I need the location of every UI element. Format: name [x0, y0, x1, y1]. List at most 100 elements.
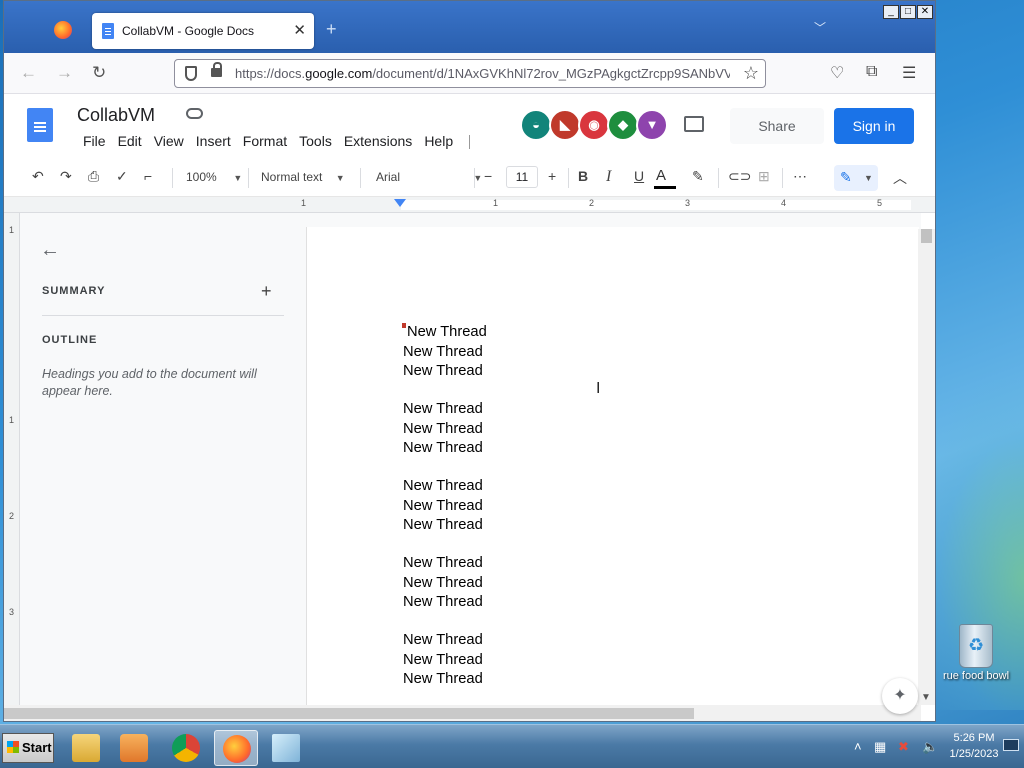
lock-icon[interactable]	[211, 62, 222, 77]
doc-line[interactable]: New Thread	[403, 670, 487, 690]
show-hidden-icons-chevron-icon[interactable]: ˄	[854, 739, 862, 754]
explorer-taskbar-icon[interactable]	[64, 730, 108, 766]
media-player-taskbar-icon[interactable]	[112, 730, 156, 766]
menu-edit[interactable]: Edit	[112, 133, 148, 149]
more-options-icon[interactable]: ⋯	[793, 168, 807, 185]
menu-tools[interactable]: Tools	[293, 133, 338, 149]
start-button[interactable]: Start	[2, 733, 54, 763]
decrease-font-size-icon[interactable]: −	[484, 168, 492, 184]
action-center-icon[interactable]: ▦	[874, 739, 886, 755]
avatar[interactable]: ◒	[520, 109, 552, 141]
notepad-taskbar-icon[interactable]	[264, 730, 308, 766]
docs-logo-icon[interactable]	[27, 108, 53, 142]
firefox-taskbar-icon[interactable]	[214, 730, 258, 766]
document-body[interactable]: New Thread New Thread New Thread New Thr…	[403, 323, 487, 690]
redo-icon[interactable]: ↷	[60, 168, 72, 185]
show-desktop-button[interactable]	[1003, 739, 1019, 751]
back-icon[interactable]: ←	[20, 63, 37, 83]
doc-line[interactable]: New Thread	[403, 400, 487, 420]
text-color-button[interactable]: A	[653, 167, 677, 189]
doc-line[interactable]: New Thread	[403, 323, 487, 343]
close-outline-back-arrow-icon[interactable]: ←	[40, 239, 60, 262]
share-button[interactable]: Share	[730, 108, 824, 144]
menu-insert[interactable]: Insert	[190, 133, 237, 149]
indent-marker-icon[interactable]	[394, 199, 406, 207]
doc-line[interactable]: New Thread	[403, 516, 487, 536]
doc-line[interactable]: New Thread	[403, 343, 487, 363]
font-select[interactable]: Arial ▼	[376, 170, 482, 184]
doc-line[interactable]: New Thread	[403, 362, 487, 382]
menu-extensions[interactable]: Extensions	[338, 133, 418, 149]
bold-button[interactable]: B	[578, 168, 588, 184]
menu-format[interactable]: Format	[237, 133, 293, 149]
vertical-scrollbar[interactable]: ▼	[918, 229, 935, 705]
pocket-icon[interactable]: ♡	[830, 63, 844, 83]
editing-mode-button[interactable]: ✎ ▼	[834, 165, 878, 191]
network-error-icon[interactable]: ✖	[898, 739, 909, 755]
list-all-tabs-icon[interactable]: ﹀	[814, 19, 826, 36]
new-tab-icon[interactable]: +	[326, 19, 337, 40]
print-icon[interactable]: ⎙	[88, 168, 99, 185]
horizontal-scrollbar[interactable]	[4, 705, 921, 721]
scroll-down-icon[interactable]: ▼	[921, 692, 931, 703]
doc-line[interactable]: New Thread	[403, 497, 487, 517]
maximize-button[interactable]: □	[900, 5, 916, 19]
doc-line[interactable]: New Thread	[403, 439, 487, 459]
spellcheck-icon[interactable]: ✓	[116, 168, 128, 185]
menu-help[interactable]: Help	[418, 133, 459, 149]
browser-tab[interactable]: CollabVM - Google Docs ✕	[92, 13, 314, 49]
doc-line[interactable]: New Thread	[403, 574, 487, 594]
zoom-select[interactable]: 100% ▼	[186, 170, 242, 184]
minimize-button[interactable]: _	[883, 5, 899, 19]
firefox-view-icon[interactable]	[54, 21, 72, 39]
url-text[interactable]: https://docs.google.com/document/d/1NAxG…	[235, 66, 730, 81]
menu-file[interactable]: File	[77, 133, 112, 149]
close-window-button[interactable]: ✕	[917, 5, 933, 19]
doc-line[interactable]: New Thread	[403, 477, 487, 497]
document-page[interactable]: New Thread New Thread New Thread New Thr…	[306, 227, 919, 705]
document-title[interactable]: CollabVM	[77, 105, 155, 126]
highlight-color-icon[interactable]: ✎	[692, 168, 704, 185]
comment-history-icon[interactable]	[684, 116, 704, 132]
paragraph-style-select[interactable]: Normal text ▼	[261, 170, 345, 184]
saved-to-drive-cloud-icon[interactable]	[186, 108, 203, 119]
scrollbar-thumb[interactable]	[4, 708, 694, 719]
doc-line[interactable]: New Thread	[403, 593, 487, 613]
doc-line[interactable]: New Thread	[403, 554, 487, 574]
forward-icon[interactable]: →	[56, 63, 73, 83]
avatar[interactable]: ◣	[549, 109, 581, 141]
avatar[interactable]: ◆	[607, 109, 639, 141]
scrollbar-thumb[interactable]	[921, 229, 932, 243]
doc-line[interactable]: New Thread	[403, 631, 487, 651]
italic-button[interactable]: I	[606, 168, 611, 186]
url-bar[interactable]: https://docs.google.com/document/d/1NAxG…	[174, 59, 766, 88]
menu-view[interactable]: View	[148, 133, 190, 149]
hamburger-menu-icon[interactable]: ☰	[902, 63, 916, 83]
explore-sparkle-icon[interactable]: ✦	[882, 678, 918, 714]
chrome-taskbar-icon[interactable]	[164, 730, 208, 766]
windows-flag-icon	[7, 741, 19, 753]
bookmark-star-icon[interactable]: ☆	[743, 63, 759, 84]
doc-line[interactable]: New Thread	[403, 420, 487, 440]
avatar[interactable]: ◉	[578, 109, 610, 141]
tracking-protection-icon[interactable]	[185, 66, 197, 81]
extensions-icon[interactable]: ⧉	[866, 63, 877, 81]
doc-line[interactable]: New Thread	[403, 651, 487, 671]
insert-link-icon[interactable]: ⊂⊃	[728, 168, 751, 185]
paint-format-icon[interactable]: ⌐	[144, 168, 152, 184]
undo-icon[interactable]: ↶	[32, 168, 44, 185]
recycle-bin-shortcut[interactable]: rue food bowl	[940, 624, 1012, 682]
tab-title: CollabVM - Google Docs	[122, 24, 255, 38]
sign-in-button[interactable]: Sign in	[834, 108, 914, 144]
increase-font-size-icon[interactable]: +	[548, 168, 556, 184]
add-summary-plus-icon[interactable]: +	[261, 281, 272, 302]
close-tab-icon[interactable]: ✕	[293, 21, 306, 39]
volume-icon[interactable]: 🔈	[922, 739, 938, 755]
reload-icon[interactable]: ↻	[92, 63, 106, 83]
avatar[interactable]: ▼	[636, 109, 668, 141]
taskbar-clock[interactable]: 5:26 PM 1/25/2023	[945, 730, 1003, 762]
font-size-input[interactable]: 11	[506, 166, 538, 188]
underline-button[interactable]: U	[634, 168, 644, 184]
hide-menus-chevron-up-icon[interactable]: ︿	[893, 168, 907, 188]
add-comment-icon[interactable]: ⊞	[758, 168, 770, 185]
